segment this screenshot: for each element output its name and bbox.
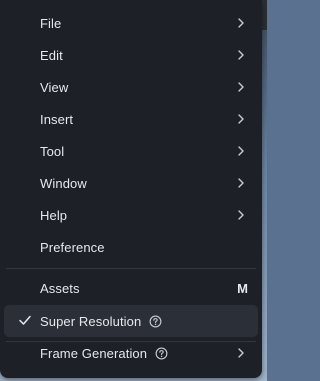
chevron-right-icon bbox=[238, 146, 244, 156]
menu-item-insert[interactable]: Insert bbox=[0, 103, 262, 135]
menu-item-super-resolution[interactable]: Super Resolution bbox=[4, 305, 258, 337]
menu-item-label: File bbox=[40, 15, 62, 31]
shortcut-key: M bbox=[237, 280, 248, 296]
menu-item-window[interactable]: Window bbox=[0, 167, 262, 199]
menu-item-label: Help bbox=[40, 207, 68, 223]
chevron-right-icon bbox=[238, 178, 244, 188]
checkmark-icon bbox=[19, 315, 31, 325]
menu-item-tool[interactable]: Tool bbox=[0, 135, 262, 167]
menu-item-preference[interactable]: Preference bbox=[0, 231, 262, 263]
menu-item-help[interactable]: Help bbox=[0, 199, 262, 231]
chevron-right-icon bbox=[238, 82, 244, 92]
menu-item-label: View bbox=[40, 79, 69, 95]
menu-item-label: Insert bbox=[40, 111, 74, 127]
menu-item-label: Frame Generation bbox=[40, 345, 148, 361]
menu-separator bbox=[6, 268, 256, 269]
chevron-right-icon bbox=[238, 114, 244, 124]
menu-item-label: Preference bbox=[40, 239, 105, 255]
menu-item-frame-generation[interactable]: Frame Generation bbox=[0, 337, 262, 369]
menu-item-edit[interactable]: Edit bbox=[0, 39, 262, 71]
menu-item-label-wrap: Super Resolution bbox=[40, 314, 162, 329]
menu-item-label: Super Resolution bbox=[40, 313, 142, 329]
chevron-right-icon bbox=[238, 210, 244, 220]
menu-item-label-wrap: Frame Generation bbox=[40, 346, 168, 361]
chevron-right-icon bbox=[238, 348, 244, 358]
menu-item-label: Edit bbox=[40, 47, 63, 63]
menu-item-assets[interactable]: Assets M bbox=[0, 272, 262, 304]
chevron-right-icon bbox=[238, 50, 244, 60]
question-circle-icon[interactable] bbox=[155, 347, 168, 360]
chevron-right-icon bbox=[238, 18, 244, 28]
question-circle-icon[interactable] bbox=[149, 315, 162, 328]
menu-item-file[interactable]: File bbox=[0, 7, 262, 39]
menu-item-view[interactable]: View bbox=[0, 71, 262, 103]
menu-item-label: Tool bbox=[40, 143, 65, 159]
menu-item-label: Window bbox=[40, 175, 87, 191]
menu-item-label: Assets bbox=[40, 280, 80, 296]
main-menu: File Edit View Insert Tool Window Help P… bbox=[0, 0, 262, 378]
